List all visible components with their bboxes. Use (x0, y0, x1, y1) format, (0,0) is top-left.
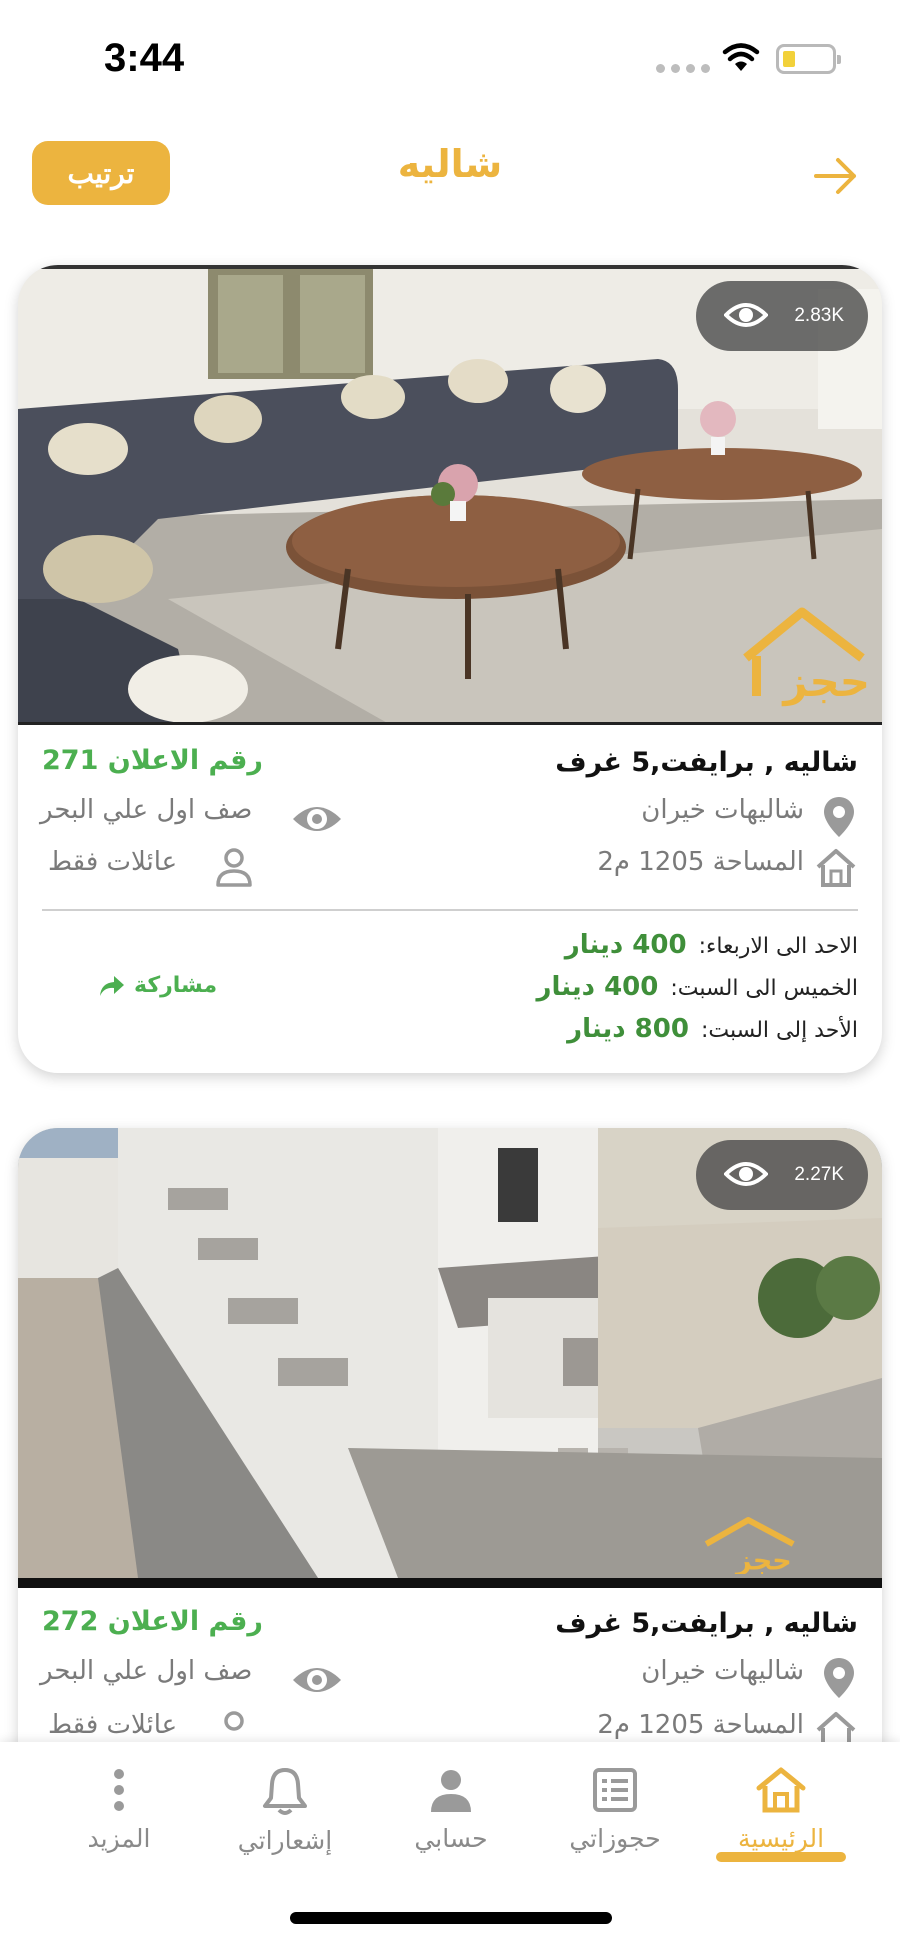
nav-label: حجوزاتي (569, 1824, 661, 1853)
list-icon (593, 1768, 637, 1812)
listing-title: شاليه , برايفت,5 غرف (555, 747, 858, 778)
status-bar: 3:44 (0, 0, 900, 110)
home-icon (756, 1767, 806, 1813)
location-pin-icon (824, 797, 854, 837)
nav-item-more[interactable]: المزيد (34, 1766, 204, 1853)
eye-icon (724, 1162, 768, 1186)
hagz-logo: حجز (743, 607, 870, 707)
location-text: شاليهات خيران (641, 795, 804, 825)
views-badge: 2.27K (696, 1140, 868, 1210)
listing-info: شاليه , برايفت,5 غرف رقم الاعلان 271 شال… (18, 725, 882, 1073)
eye-icon (724, 303, 768, 327)
share-icon (100, 975, 124, 996)
user-icon (431, 1770, 471, 1812)
listing-title: شاليه , برايفت,5 غرف (555, 1608, 858, 1639)
nav-label: الرئيسية (737, 1824, 825, 1853)
nav-item-home[interactable]: الرئيسية (696, 1766, 866, 1853)
audience-text: عائلات فقط (48, 847, 178, 877)
share-button[interactable]: مشاركة (98, 973, 217, 998)
page-title: شاليه (397, 142, 503, 186)
price-week: الأحد إلى السبت: 800 دينار (567, 1014, 858, 1044)
eye-icon (293, 807, 341, 831)
price-label: الخميس الى السبت: (670, 976, 858, 1001)
listing-image[interactable]: 2.27K حجز (18, 1128, 882, 1588)
view-type-text: صف اول علي البحر (40, 795, 253, 825)
back-arrow-icon[interactable] (808, 148, 864, 204)
location-text: شاليهات خيران (641, 1656, 804, 1686)
bell-icon (263, 1768, 307, 1815)
listing-card[interactable]: 2.83K حجز شاليه , برايفت,5 غرف رقم الاعل… (18, 265, 882, 1073)
header: ترتيب شاليه (0, 120, 900, 220)
user-icon (216, 848, 252, 887)
svg-text:حجز: حجز (781, 657, 870, 707)
nav-label: إشعاراتي (237, 1826, 333, 1855)
svg-text:حجز: حجز (734, 1546, 792, 1575)
battery-icon (776, 44, 841, 74)
views-count: 2.27K (794, 1164, 844, 1185)
price-value: 800 دينار (567, 1014, 689, 1044)
hagz-logo: حجز (704, 1517, 795, 1575)
ad-number: رقم الاعلان 271 (42, 745, 263, 776)
views-badge: 2.83K (696, 281, 868, 351)
nav-label: المزيد (87, 1824, 151, 1853)
more-icon (114, 1769, 124, 1811)
price-value: 400 دينار (564, 930, 687, 960)
house-icon (816, 849, 856, 887)
price-weekend: الخميس الى السبت: 400 دينار (537, 972, 858, 1002)
eye-icon (293, 1668, 341, 1692)
location-pin-icon (824, 1658, 854, 1698)
nav-item-notifications[interactable]: إشعاراتي (200, 1766, 370, 1855)
view-type-text: صف اول علي البحر (40, 1656, 253, 1686)
views-count: 2.83K (794, 305, 844, 326)
home-indicator[interactable] (290, 1912, 612, 1924)
nav-item-account[interactable]: حسابي (366, 1766, 536, 1853)
area-text: المساحة 1205 م2 (597, 1710, 804, 1740)
active-tab-indicator (716, 1852, 846, 1862)
share-label: مشاركة (134, 973, 218, 998)
ad-number: رقم الاعلان 272 (42, 1606, 263, 1637)
price-label: الاحد الى الاربعاء: (698, 934, 858, 959)
price-label: الأحد إلى السبت: (700, 1018, 858, 1043)
nav-label: حسابي (414, 1824, 488, 1853)
price-weekdays: الاحد الى الاربعاء: 400 دينار (565, 930, 858, 960)
divider (42, 909, 858, 911)
price-value: 400 دينار (536, 972, 659, 1002)
area-text: المساحة 1205 م2 (597, 847, 804, 877)
audience-text: عائلات فقط (48, 1710, 178, 1740)
listing-image[interactable]: 2.83K حجز (18, 265, 882, 725)
status-time: 3:44 (104, 36, 185, 80)
nav-item-bookings[interactable]: حجوزاتي (530, 1766, 700, 1853)
wifi-icon (722, 43, 760, 71)
signal-icon (656, 64, 710, 73)
listing-card[interactable]: 2.27K حجز شاليه , برايفت,5 غرف رقم الاعل… (18, 1128, 882, 1828)
